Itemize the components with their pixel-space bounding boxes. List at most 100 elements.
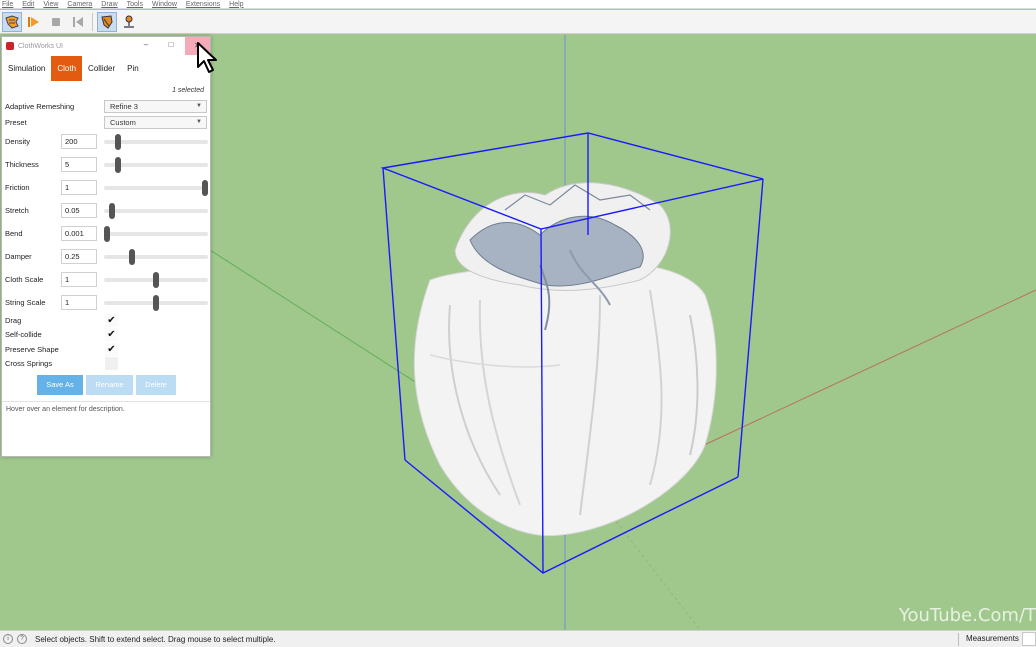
delete-button[interactable]: Delete bbox=[136, 375, 176, 395]
panel-divider bbox=[2, 401, 210, 402]
drag-row: Drag ✔ bbox=[2, 314, 210, 328]
panel-title: ClothWorks UI bbox=[18, 42, 63, 50]
chevron-down-icon: ▼ bbox=[196, 119, 202, 125]
watermark-text: YouTube.Com/T bbox=[898, 605, 1036, 626]
menu-item[interactable]: Window bbox=[152, 0, 177, 8]
menu-item[interactable]: File bbox=[2, 0, 13, 8]
tab-cloth[interactable]: Cloth bbox=[51, 56, 83, 81]
info-icon[interactable]: i bbox=[3, 634, 13, 644]
adaptive-remeshing-dropdown[interactable]: Refine 3 ▼ bbox=[104, 100, 207, 113]
density-slider[interactable] bbox=[104, 134, 208, 150]
cloth-bag bbox=[413, 182, 717, 537]
cloth-scale-row: Cloth Scale 1 bbox=[2, 272, 210, 288]
density-label: Density bbox=[5, 137, 31, 146]
cloth-scale-slider[interactable] bbox=[104, 272, 208, 288]
menu-item[interactable]: View bbox=[43, 0, 58, 8]
damper-slider-thumb[interactable] bbox=[129, 249, 136, 265]
preset-dropdown[interactable]: Custom ▼ bbox=[104, 116, 207, 129]
drag-checkbox[interactable]: ✔ bbox=[105, 314, 118, 327]
adaptive-remeshing-label: Adaptive Remeshing bbox=[5, 102, 75, 111]
stretch-slider[interactable] bbox=[104, 203, 208, 219]
menu-item[interactable]: Help bbox=[229, 0, 243, 8]
density-slider-thumb[interactable] bbox=[114, 134, 121, 150]
rename-button[interactable]: Rename bbox=[86, 375, 133, 395]
string-scale-input[interactable]: 1 bbox=[61, 295, 97, 310]
cloth-scale-label: Cloth Scale bbox=[5, 275, 44, 284]
damper-slider[interactable] bbox=[104, 249, 208, 265]
tab-pin[interactable]: Pin bbox=[121, 56, 145, 81]
menu-item[interactable]: Draw bbox=[101, 0, 117, 8]
clothworks-logo-icon[interactable] bbox=[2, 11, 22, 32]
cross-springs-row: Cross Springs bbox=[2, 357, 210, 371]
density-row: Density 200 bbox=[2, 134, 210, 150]
string-scale-row: String Scale 1 bbox=[2, 295, 210, 311]
minimize-button[interactable]: – bbox=[140, 39, 152, 51]
stretch-row: Stretch 0.05 bbox=[2, 203, 210, 219]
bend-label: Bend bbox=[5, 229, 23, 238]
friction-label: Friction bbox=[5, 183, 30, 192]
damper-input[interactable]: 0.25 bbox=[61, 249, 97, 264]
bend-input[interactable]: 0.001 bbox=[61, 226, 97, 241]
bend-slider-thumb[interactable] bbox=[104, 226, 111, 242]
stop-icon[interactable] bbox=[46, 12, 66, 32]
menu-item[interactable]: Extensions bbox=[186, 0, 220, 8]
tab-collider[interactable]: Collider bbox=[82, 56, 121, 81]
friction-input[interactable]: 1 bbox=[61, 180, 97, 195]
self-collide-checkbox[interactable]: ✔ bbox=[105, 328, 118, 341]
bend-slider[interactable] bbox=[104, 226, 208, 242]
measurements-input[interactable] bbox=[1022, 632, 1036, 646]
cross-springs-checkbox[interactable] bbox=[105, 357, 118, 370]
mouse-cursor-icon bbox=[196, 41, 220, 77]
thickness-slider-thumb[interactable] bbox=[114, 157, 121, 173]
preset-value: Custom bbox=[110, 118, 136, 127]
string-scale-label: String Scale bbox=[5, 298, 46, 307]
rewind-icon[interactable] bbox=[68, 12, 88, 32]
cloth-tool-icon[interactable] bbox=[97, 11, 117, 32]
friction-slider-thumb[interactable] bbox=[201, 180, 208, 196]
status-bar: i ? Select objects. Shift to extend sele… bbox=[0, 630, 1036, 647]
string-scale-slider[interactable] bbox=[104, 295, 208, 311]
thickness-input[interactable]: 5 bbox=[61, 157, 97, 172]
cloth-scale-slider-thumb[interactable] bbox=[153, 272, 159, 288]
preserve-shape-checkbox[interactable]: ✔ bbox=[105, 343, 118, 356]
maximize-button[interactable]: □ bbox=[165, 39, 177, 51]
thickness-slider[interactable] bbox=[104, 157, 208, 173]
toolbar-separator bbox=[92, 12, 93, 31]
adaptive-remeshing-row: Adaptive Remeshing Refine 3 ▼ bbox=[2, 99, 210, 115]
pin-tool-icon[interactable] bbox=[119, 12, 139, 32]
preserve-shape-label: Preserve Shape bbox=[5, 345, 59, 354]
measurements-label: Measurements bbox=[966, 634, 1019, 643]
preset-label: Preset bbox=[5, 118, 27, 127]
menu-item[interactable]: Tools bbox=[127, 0, 143, 8]
drag-label: Drag bbox=[5, 316, 22, 325]
menu-item[interactable]: Camera bbox=[67, 0, 92, 8]
cloth-scale-input[interactable]: 1 bbox=[61, 272, 97, 287]
menu-item[interactable]: Edit bbox=[22, 0, 34, 8]
help-circle-icon[interactable]: ? bbox=[17, 634, 27, 644]
damper-label: Damper bbox=[5, 252, 32, 261]
tab-simulation[interactable]: Simulation bbox=[2, 56, 51, 81]
adaptive-remeshing-value: Refine 3 bbox=[110, 102, 138, 111]
clothworks-panel: ClothWorks UI – □ ✕ SimulationClothColli… bbox=[1, 36, 211, 457]
checkmark-icon: ✔ bbox=[107, 315, 116, 326]
string-scale-slider-thumb[interactable] bbox=[153, 295, 159, 311]
bend-row: Bend 0.001 bbox=[2, 226, 210, 242]
chevron-down-icon: ▼ bbox=[196, 103, 202, 109]
stretch-input[interactable]: 0.05 bbox=[61, 203, 97, 218]
damper-row: Damper 0.25 bbox=[2, 249, 210, 265]
panel-tabs: Simulation Cloth Collider Pin bbox=[2, 56, 210, 81]
panel-titlebar[interactable]: ClothWorks UI – □ ✕ bbox=[2, 37, 210, 55]
density-input[interactable]: 200 bbox=[61, 134, 97, 149]
app-icon bbox=[6, 42, 14, 50]
selected-count: 1 selected bbox=[172, 87, 204, 94]
self-collide-label: Self-collide bbox=[5, 330, 42, 339]
friction-slider[interactable] bbox=[104, 180, 208, 196]
menu-bar: File Edit View Camera Draw Tools Window Extensi… bbox=[0, 0, 1036, 9]
save-as-button[interactable]: Save As bbox=[37, 375, 83, 395]
thickness-row: Thickness 5 bbox=[2, 157, 210, 173]
checkmark-icon: ✔ bbox=[107, 344, 116, 355]
self-collide-row: Self-collide ✔ bbox=[2, 328, 210, 342]
play-icon[interactable] bbox=[24, 12, 44, 32]
preserve-shape-row: Preserve Shape ✔ bbox=[2, 343, 210, 357]
stretch-slider-thumb[interactable] bbox=[109, 203, 116, 219]
